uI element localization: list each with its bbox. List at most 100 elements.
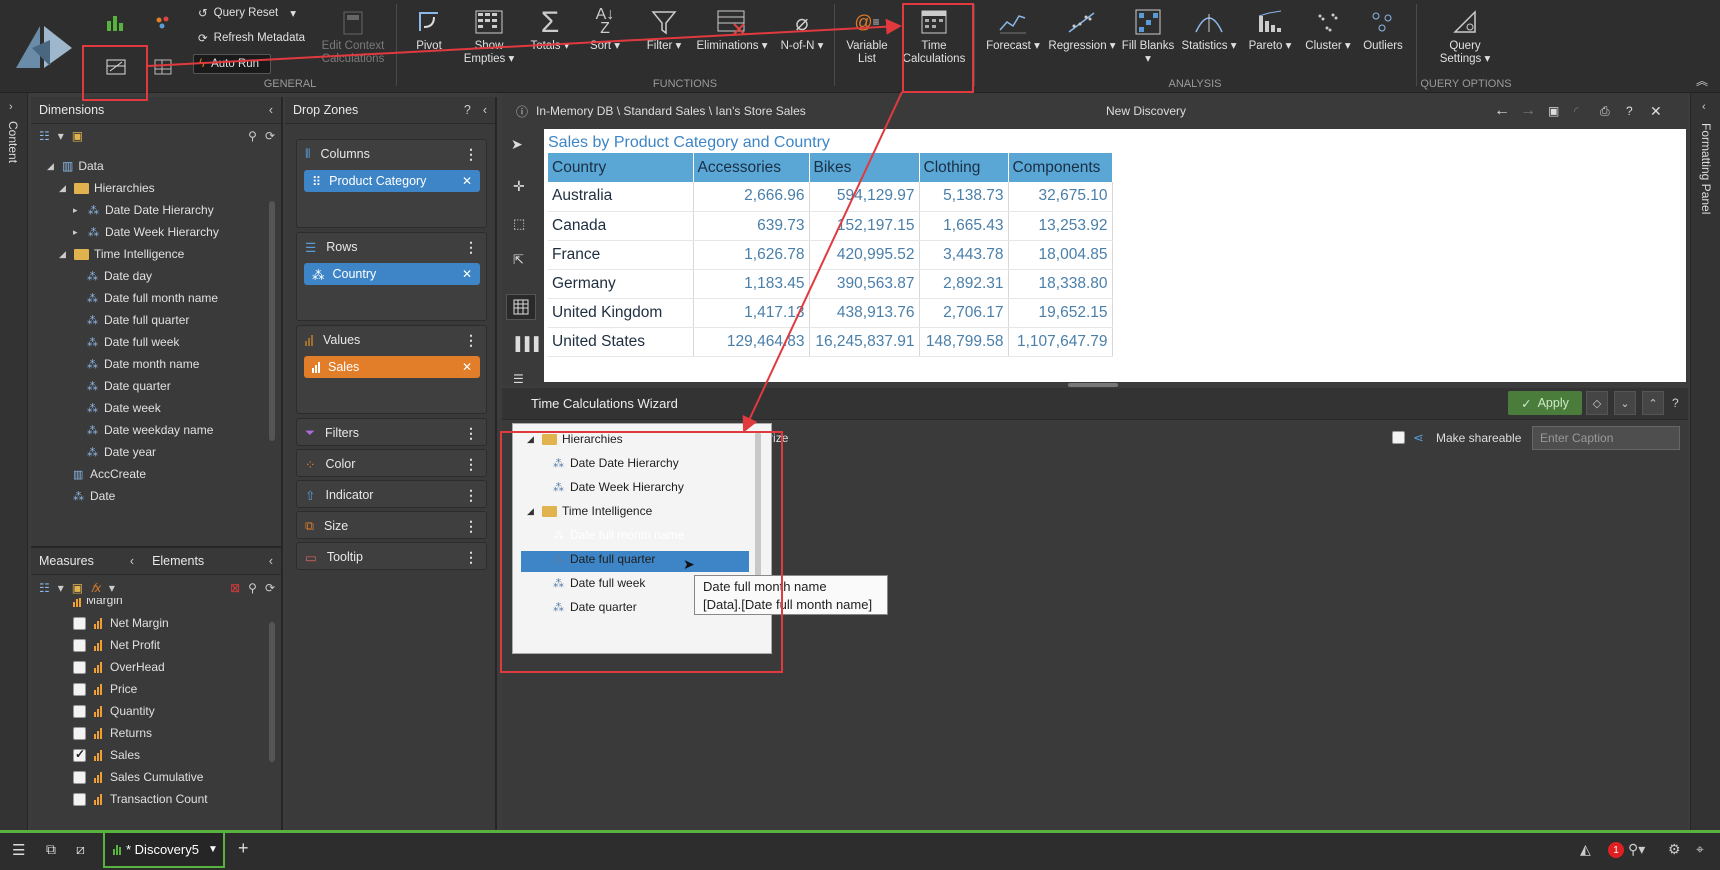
statistics-button[interactable]: Statistics ▾ — [1178, 4, 1240, 74]
tree-view-icon[interactable]: ☷ — [39, 129, 50, 143]
tree-item-date-year[interactable]: ⁂ Date year — [87, 445, 156, 459]
measure-item[interactable]: Transaction Count — [73, 792, 208, 806]
chevron-down-icon[interactable]: ⌄ — [1614, 391, 1636, 415]
filters-zone[interactable]: ⏷ Filters ⋮ — [296, 418, 487, 446]
columns-zone[interactable]: ⦀ Columns ⋮ ⠿ Product Category ✕ — [296, 139, 487, 228]
tree-item-data[interactable]: ◢ ▥ Data — [47, 159, 104, 173]
table-cell[interactable]: 148,799.58 — [919, 327, 1009, 357]
cluster-button[interactable]: Cluster ▾ — [1300, 4, 1356, 74]
tree-item-date-month-name[interactable]: ⁂ Date month name — [87, 357, 199, 371]
chart-view-icon[interactable] — [104, 12, 126, 34]
tree-item-hierarchies[interactable]: ◢ Hierarchies — [59, 181, 155, 195]
print-icon[interactable]: ⎙ — [1600, 104, 1610, 119]
table-cell[interactable]: 16,245,837.91 — [809, 327, 920, 357]
regression-button[interactable]: Regression ▾ — [1046, 4, 1118, 74]
search-icon[interactable]: ⚲ — [248, 129, 257, 143]
rows-menu-icon[interactable]: ⋮ — [464, 239, 478, 256]
table-cell[interactable]: 1,183.45 — [693, 269, 810, 299]
dropdown-scrollbar[interactable] — [755, 432, 761, 592]
table-cell[interactable]: 1,417.13 — [693, 298, 810, 328]
table-view-icon[interactable] — [152, 56, 174, 78]
select-pointer-icon[interactable]: ⇱ — [513, 252, 524, 268]
table-cell[interactable]: 19,652.15 — [1008, 298, 1113, 328]
size-zone[interactable]: ⧉ Size ⋮ — [296, 511, 487, 539]
dd-item-date-quarter[interactable]: ⁂ Date quarter — [553, 600, 637, 614]
content-tab-label[interactable]: Content — [6, 121, 20, 163]
dd-item-date-full-quarter[interactable]: ⁂ Date full quarter — [553, 552, 655, 566]
table-cell[interactable]: 5,138.73 — [919, 182, 1009, 212]
table-cell[interactable]: 1,665.43 — [919, 211, 1009, 241]
totals-button[interactable]: Σ Totals ▾ — [522, 4, 578, 74]
rows-zone[interactable]: ☰ Rows ⋮ ⁂ Country ✕ — [296, 232, 487, 321]
remove-icon[interactable]: ✕ — [462, 360, 472, 374]
column-header[interactable]: Bikes — [809, 153, 920, 182]
tree-item-date-quarter[interactable]: ⁂ Date quarter — [87, 379, 171, 393]
settings-icon[interactable]: ⚙ — [1668, 841, 1681, 858]
grid-view-icon[interactable] — [104, 56, 128, 78]
dimension-dropdown-list[interactable]: ◢ Hierarchies ⁂ Date Date Hierarchy ⁂ Date … — [512, 423, 772, 654]
row-header[interactable]: United Kingdom — [548, 298, 694, 328]
dropdown-icon[interactable]: ▾ — [109, 581, 115, 596]
tooltip-menu-icon[interactable]: ⋮ — [464, 549, 478, 566]
fill-blanks-button[interactable]: Fill Blanks ▾ — [1120, 4, 1176, 74]
tree-item-date-full-month-name[interactable]: ⁂ Date full month name — [87, 291, 218, 305]
remove-icon[interactable]: ✕ — [462, 267, 472, 281]
show-empties-button[interactable]: Show Empties ▾ — [458, 4, 520, 74]
dimensions-scrollbar[interactable] — [269, 201, 275, 441]
refresh-icon[interactable]: ⟳ — [265, 581, 275, 596]
pareto-button[interactable]: Pareto ▾ — [1242, 4, 1298, 74]
table-cell[interactable]: 2,666.96 — [693, 182, 810, 212]
row-header[interactable]: United States — [548, 327, 694, 357]
discovery-tab[interactable]: * Discovery5 ▼ — [103, 833, 225, 868]
measure-checkbox[interactable] — [73, 792, 86, 806]
dd-item-date-week-hierarchy[interactable]: ⁂ Date Week Hierarchy — [553, 480, 684, 494]
column-header[interactable]: Country — [548, 153, 694, 182]
measure-item[interactable]: OverHead — [73, 660, 165, 674]
measure-checkbox[interactable] — [73, 704, 86, 718]
column-header[interactable]: Components — [1008, 153, 1113, 182]
values-menu-icon[interactable]: ⋮ — [464, 332, 478, 349]
caption-input[interactable]: Enter Caption — [1532, 426, 1680, 450]
collapse-icon[interactable]: ‹ — [130, 554, 134, 568]
size-menu-icon[interactable]: ⋮ — [464, 518, 478, 535]
collapse-ribbon-icon[interactable]: ︽ — [1696, 72, 1708, 89]
close-icon[interactable]: ✕ — [1650, 103, 1662, 120]
filter-button[interactable]: Filter ▾ — [636, 4, 692, 74]
make-shareable-checkbox[interactable] — [1392, 431, 1405, 447]
remove-icon[interactable]: ✕ — [462, 174, 472, 188]
measure-checkbox[interactable] — [73, 682, 86, 696]
dropdown-icon[interactable]: ▾ — [58, 129, 64, 143]
measure-item[interactable]: Net Margin — [73, 616, 169, 630]
search-icon[interactable]: ⚲ — [248, 581, 257, 596]
help-icon[interactable]: ? — [1626, 104, 1633, 118]
row-header[interactable]: Canada — [548, 211, 694, 241]
tree-item-date-week-hierarchy[interactable]: ▸ ⁂ Date Week Hierarchy — [73, 225, 219, 239]
tree-item-date-date-hierarchy[interactable]: ▸ ⁂ Date Date Hierarchy — [73, 203, 214, 217]
clear-selection-icon[interactable]: ⊠ — [230, 581, 240, 596]
tree-item-date-week[interactable]: ⁂ Date week — [87, 401, 161, 415]
open-folder-icon[interactable]: ⧉ — [46, 841, 56, 858]
tooltip-zone[interactable]: ▭ Tooltip ⋮ — [296, 542, 487, 570]
variable-list-button[interactable]: @ ≡ Variable List — [840, 4, 894, 74]
table-cell[interactable]: 438,913.76 — [809, 298, 920, 328]
outliers-button[interactable]: Outliers — [1358, 4, 1408, 74]
grid-tool-button[interactable] — [506, 294, 536, 320]
table-cell[interactable]: 18,338.80 — [1008, 269, 1113, 299]
collapse-left-icon[interactable]: ‹ — [269, 103, 273, 117]
table-cell[interactable]: 639.73 — [693, 211, 810, 241]
row-header[interactable]: Australia — [548, 182, 694, 212]
tree-view-icon[interactable]: ☷ — [39, 581, 50, 596]
app-logo-icon[interactable]: ◭ — [1580, 841, 1591, 858]
tree-item-date[interactable]: ⁂ Date — [73, 489, 115, 503]
row-header[interactable]: Germany — [548, 269, 694, 299]
dd-item-time-intelligence[interactable]: ◢ Time Intelligence — [527, 504, 652, 518]
table-cell[interactable]: 420,995.52 — [809, 240, 920, 270]
diamond-icon[interactable]: ◇ — [1586, 391, 1608, 415]
tree-item-time-intelligence[interactable]: ◢ Time Intelligence — [59, 247, 184, 261]
dropdown-icon[interactable]: ▾ — [58, 581, 64, 596]
measures-scrollbar[interactable] — [269, 622, 275, 762]
table-cell[interactable]: 129,464.83 — [693, 327, 810, 357]
column-header[interactable]: Accessories — [693, 153, 810, 182]
measure-item[interactable]: Quantity — [73, 704, 155, 718]
dd-item-hierarchies[interactable]: ◢ Hierarchies — [527, 432, 623, 446]
